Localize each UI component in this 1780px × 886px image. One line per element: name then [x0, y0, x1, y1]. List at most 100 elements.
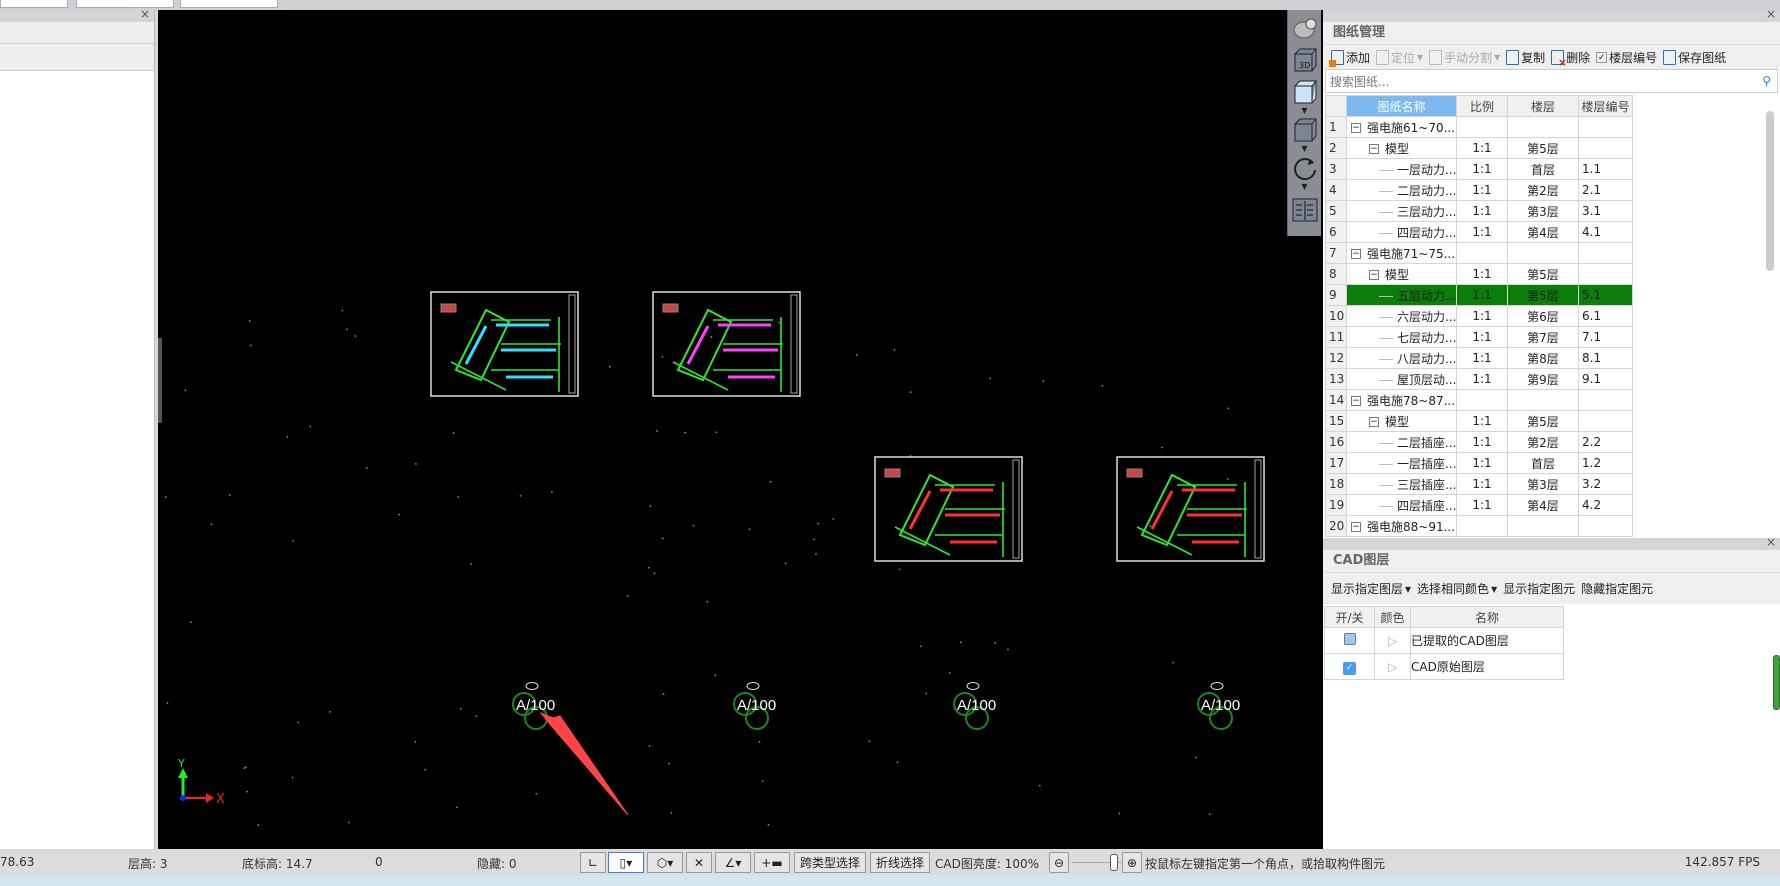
ortho-button[interactable]: ∟ [580, 852, 606, 873]
drawing-name-cell[interactable]: 二层插座... [1346, 431, 1457, 453]
scale-cell[interactable] [1456, 515, 1508, 537]
floor-code-cell[interactable] [1578, 515, 1633, 537]
floor-cell[interactable]: 第4层 [1507, 494, 1579, 516]
collapse-icon[interactable]: − [1351, 522, 1361, 532]
floor-code-cell[interactable]: 2.2 [1578, 431, 1633, 453]
drawing-name-cell[interactable]: 八层动力... [1346, 347, 1457, 369]
scale-cell[interactable]: 1:1 [1456, 431, 1508, 453]
select-mode-button[interactable]: ▯▾ [608, 852, 644, 873]
drawing-name-cell[interactable]: − 模型 [1346, 410, 1457, 432]
scale-cell[interactable] [1456, 116, 1508, 138]
floor-cell[interactable]: 第3层 [1507, 473, 1579, 495]
scale-cell[interactable]: 1:1 [1456, 368, 1508, 390]
collapse-icon[interactable]: − [1351, 249, 1361, 259]
layer-toggle-checkbox[interactable]: ✓ [1324, 653, 1375, 680]
floor-cell[interactable] [1507, 515, 1579, 537]
floor-cell[interactable]: 第5层 [1507, 263, 1579, 285]
table-row[interactable]: 12 八层动力... 1:1 第8层 8.1 [1325, 347, 1633, 369]
polyline-select-button[interactable]: 折线选择 [870, 852, 930, 873]
floor-cell[interactable]: 第5层 [1507, 284, 1579, 306]
table-row[interactable]: 2 − 模型 1:1 第5层 [1325, 137, 1633, 159]
collapse-icon[interactable]: − [1351, 123, 1361, 133]
hide-element-button[interactable]: 隐藏指定图元 [1581, 580, 1653, 597]
scale-cell[interactable]: 1:1 [1456, 473, 1508, 495]
floor-code-cell[interactable]: 6.1 [1578, 305, 1633, 327]
floor-code-cell[interactable]: 8.1 [1578, 347, 1633, 369]
tab[interactable] [0, 0, 68, 8]
drawing-name-cell[interactable]: − 强电施61~70... [1346, 116, 1457, 138]
floor-cell[interactable]: 第5层 [1507, 410, 1579, 432]
angle-button[interactable]: ∠▾ [715, 852, 751, 873]
view-cube-button[interactable]: ⬡▾ [647, 852, 683, 873]
layer-color-icon[interactable]: ▷ [1374, 653, 1411, 680]
floor-code-cell[interactable]: 9.1 [1578, 368, 1633, 390]
floor-code-cell[interactable]: 3.2 [1578, 473, 1633, 495]
floor-cell[interactable]: 首层 [1507, 452, 1579, 474]
dropdown-arrow-icon[interactable]: ▼ [1288, 106, 1321, 116]
scale-cell[interactable]: 1:1 [1456, 347, 1508, 369]
scrollbar[interactable] [1773, 655, 1780, 710]
floor-cell[interactable]: 第7层 [1507, 326, 1579, 348]
floor-code-cell[interactable] [1578, 137, 1633, 159]
floor-code-cell[interactable] [1578, 263, 1633, 285]
tab[interactable] [180, 0, 278, 8]
table-row[interactable]: 4 二层动力... 1:1 第2层 2.1 [1325, 179, 1633, 201]
table-row[interactable]: 3 一层动力... 1:1 首层 1.1 [1325, 158, 1633, 180]
floor-code-cell[interactable] [1578, 242, 1633, 264]
locate-button[interactable]: 定位 ▾ [1376, 49, 1423, 66]
search-drawing-input[interactable]: 搜索图纸... ⚲ [1325, 69, 1778, 93]
table-row[interactable]: 6 四层动力... 1:1 第4层 4.1 [1325, 221, 1633, 243]
drawing-sheet[interactable] [1116, 456, 1265, 562]
table-row[interactable]: 16 二层插座... 1:1 第2层 2.2 [1325, 431, 1633, 453]
delete-button[interactable]: × 删除 [1551, 49, 1590, 69]
floor-cell[interactable] [1507, 389, 1579, 411]
floor-cell[interactable] [1507, 116, 1579, 138]
floor-cell[interactable]: 第9层 [1507, 368, 1579, 390]
collapse-icon[interactable]: − [1369, 417, 1379, 427]
view-3d-button[interactable]: 3D [1291, 46, 1319, 74]
layer-color-icon[interactable]: ▷ [1374, 627, 1411, 654]
floor-code-cell[interactable]: 1.1 [1578, 158, 1633, 180]
drawing-name-cell[interactable]: − 强电施78~87... [1346, 389, 1457, 411]
table-row[interactable]: 1 − 强电施61~70... [1325, 116, 1633, 138]
copy-button[interactable]: 复制 [1506, 49, 1545, 66]
column-header-floor[interactable]: 楼层 [1507, 95, 1579, 117]
cross-type-select-button[interactable]: 跨类型选择 [794, 852, 866, 873]
scale-cell[interactable]: 1:1 [1456, 494, 1508, 516]
drawing-sheet[interactable] [874, 456, 1023, 562]
column-header-scale[interactable]: 比例 [1456, 95, 1508, 117]
scale-cell[interactable]: 1:1 [1456, 221, 1508, 243]
scale-cell[interactable]: 1:1 [1456, 326, 1508, 348]
brightness-increase-button[interactable]: ⊕ [1122, 852, 1142, 873]
column-header-name[interactable]: 图纸名称 [1346, 95, 1457, 117]
drawing-name-cell[interactable]: 七层动力... [1346, 326, 1457, 348]
save-drawing-button[interactable]: 保存图纸 [1663, 49, 1726, 66]
scale-cell[interactable]: 1:1 [1456, 452, 1508, 474]
scale-cell[interactable]: 1:1 [1456, 158, 1508, 180]
floor-code-cell[interactable] [1578, 410, 1633, 432]
close-icon[interactable]: × [1766, 7, 1776, 21]
orbit-button[interactable] [1291, 14, 1319, 42]
table-row[interactable]: 20 − 强电施88~91... [1325, 515, 1633, 537]
scrollbar[interactable] [1766, 111, 1774, 271]
table-row[interactable]: 10 六层动力... 1:1 第6层 6.1 [1325, 305, 1633, 327]
manual-split-button[interactable]: 手动分割 ▾ [1429, 49, 1500, 66]
column-header-floor-code[interactable]: 楼层编号 [1578, 95, 1633, 117]
table-row[interactable]: 8 − 模型 1:1 第5层 [1325, 263, 1633, 285]
drawing-name-cell[interactable]: − 模型 [1346, 263, 1457, 285]
table-row[interactable]: 14 − 强电施78~87... [1325, 389, 1633, 411]
floor-code-checkbox[interactable]: ✓ 楼层编号 [1596, 49, 1657, 66]
floor-cell[interactable]: 第6层 [1507, 305, 1579, 327]
drawing-name-cell[interactable]: 屋顶层动... [1346, 368, 1457, 390]
view-wireframe-button[interactable] [1291, 78, 1319, 106]
scale-cell[interactable]: 1:1 [1456, 305, 1508, 327]
cad-canvas[interactable]: A/100 A/100 A/100 A/100 Y X [158, 10, 1323, 849]
dropdown-arrow-icon[interactable]: ▼ [1288, 144, 1321, 154]
floor-code-cell[interactable]: 4.1 [1578, 221, 1633, 243]
drawing-name-cell[interactable]: 五层动力... [1346, 284, 1457, 306]
floor-cell[interactable] [1507, 242, 1579, 264]
floor-cell[interactable]: 首层 [1507, 158, 1579, 180]
left-splitter[interactable] [158, 338, 162, 423]
collapse-icon[interactable]: − [1369, 144, 1379, 154]
layer-list-button[interactable] [1291, 196, 1319, 224]
